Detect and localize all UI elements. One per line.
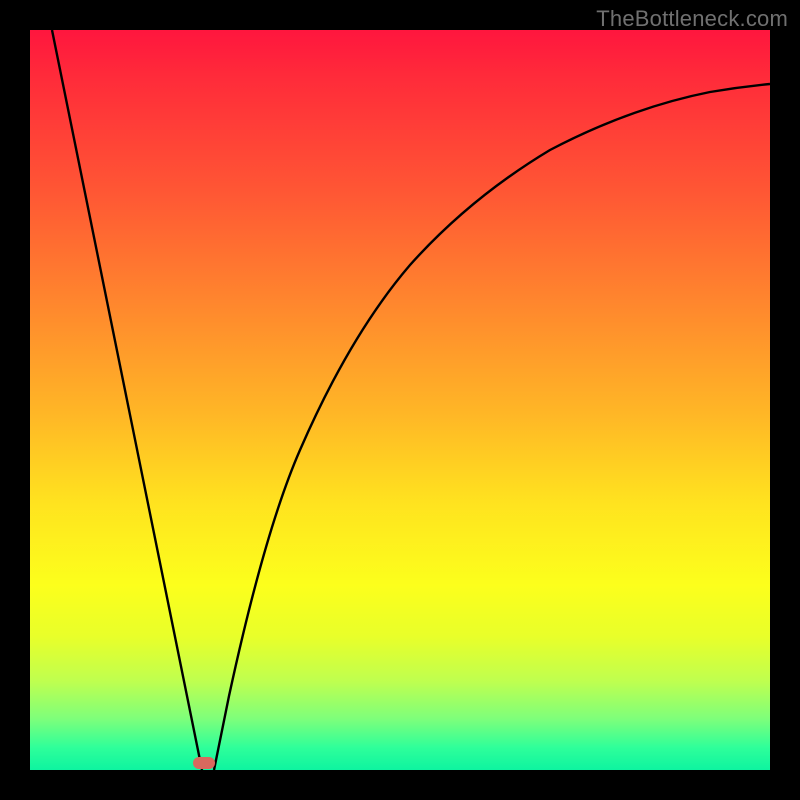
curve-left-branch [52,30,202,770]
plot-area [30,30,770,770]
curve-right-branch [214,84,770,770]
watermark-text: TheBottleneck.com [596,6,788,32]
optimal-point-marker [193,757,215,769]
chart-frame: TheBottleneck.com [0,0,800,800]
curve-layer [30,30,770,770]
